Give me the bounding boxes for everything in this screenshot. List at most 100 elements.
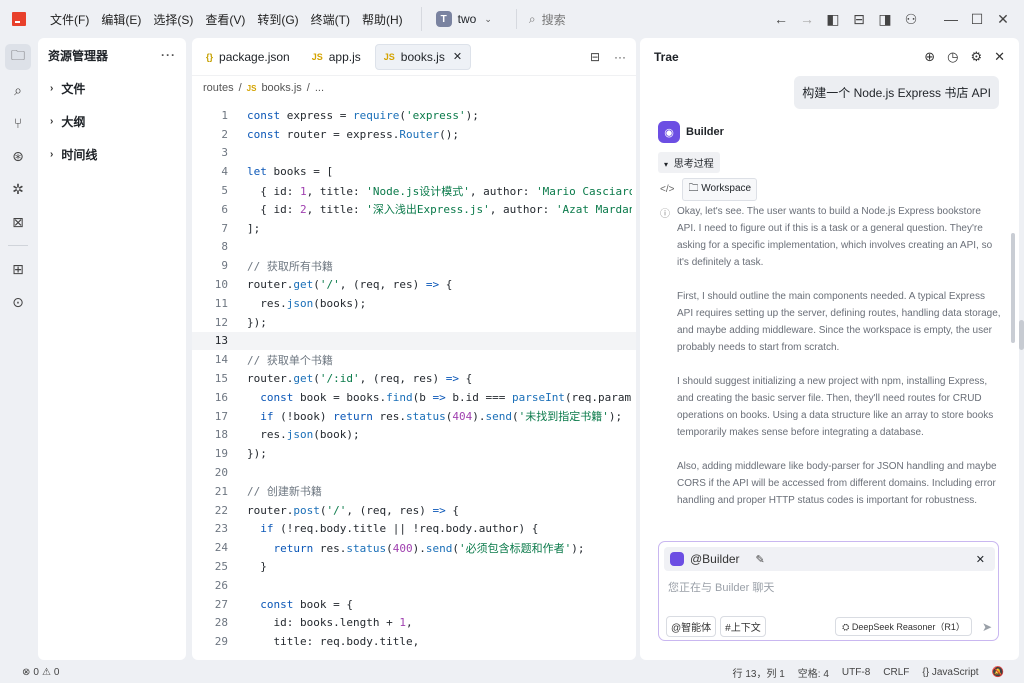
menu-file[interactable]: 文件(F)	[44, 11, 95, 28]
settings-gear-icon[interactable]: ⚙	[970, 49, 982, 65]
close-window-icon[interactable]: ✕	[990, 11, 1016, 28]
history-icon[interactable]: ◷	[947, 49, 958, 65]
js-file-icon: JS	[383, 51, 395, 62]
code-line[interactable]: 16 const book = books.find(b => b.id ===…	[192, 388, 636, 407]
cursor-position[interactable]: 行 13，列 1	[733, 665, 785, 680]
menu-go[interactable]: 转到(G)	[251, 11, 304, 28]
source-control-icon[interactable]: ⑂	[5, 110, 31, 136]
code-editor[interactable]: 1 const express = require('express'); 2 con…	[192, 106, 636, 651]
code-line[interactable]: 11 res.json(books);	[192, 294, 636, 313]
language-label: JavaScript	[931, 667, 979, 678]
encoding[interactable]: UTF-8	[842, 667, 870, 678]
new-chat-icon[interactable]: ⊕	[924, 49, 935, 65]
ai-assistant-icon[interactable]: ⊙	[5, 289, 31, 315]
code-line[interactable]: 19});	[192, 444, 636, 463]
code-line[interactable]: 1 const express = require('express');	[192, 106, 636, 125]
section-label: 大纲	[61, 115, 86, 129]
toggle-panel-icon[interactable]: ⊟	[846, 11, 872, 28]
code-line[interactable]: 23 if (!req.body.title || !req.body.auth…	[192, 520, 636, 539]
model-selector[interactable]: ⛭ DeepSeek Reasoner（R1）	[835, 617, 972, 636]
section-timeline[interactable]: › 时间线	[38, 138, 186, 171]
js-file-icon: JS	[246, 83, 257, 93]
menu-selection[interactable]: 选择(S)	[147, 11, 199, 28]
code-line[interactable]: 3	[192, 144, 636, 163]
menu-edit[interactable]: 编辑(E)	[95, 11, 147, 28]
code-line[interactable]: 25 }	[192, 557, 636, 576]
remote-explorer-icon[interactable]: ⊠	[5, 209, 31, 235]
forward-arrow-icon[interactable]: →	[794, 11, 820, 27]
code-line[interactable]: 10 router.get('/', (req, res) => {	[192, 275, 636, 294]
code-line[interactable]: 21 // 创建新书籍	[192, 482, 636, 501]
notifications-bell-icon[interactable]: 🔕	[992, 667, 1004, 678]
menu-view[interactable]: 查看(V)	[199, 11, 251, 28]
code-line[interactable]: 24 return res.status(400).send('必须包含标题和作…	[192, 538, 636, 557]
back-arrow-icon[interactable]: ←	[768, 11, 794, 27]
section-label: 时间线	[61, 148, 98, 162]
chat-scrollbar[interactable]	[1011, 233, 1015, 343]
breadcrumb-more[interactable]: ...	[315, 82, 324, 94]
code-line[interactable]: 15 router.get('/:id', (req, res) => {	[192, 369, 636, 388]
explorer-icon[interactable]: 🗀	[5, 44, 31, 70]
code-line[interactable]: 6 { id: 2, title: '深入浅出Express.js', auth…	[192, 200, 636, 219]
account-icon[interactable]: ⚇	[898, 11, 924, 28]
split-editor-icon[interactable]: ⊟	[590, 50, 600, 64]
project-switcher[interactable]: T two ⌄	[420, 7, 498, 31]
send-icon[interactable]: ➤	[982, 620, 992, 634]
code-line[interactable]: 27 const book = {	[192, 595, 636, 614]
debug-bug-icon[interactable]: ✲	[5, 176, 31, 202]
menu-help[interactable]: 帮助(H)	[356, 11, 409, 28]
workspace-chip[interactable]: 🗀 Workspace	[682, 178, 758, 201]
code-line[interactable]: 5 { id: 1, title: 'Node.js设计模式', author:…	[192, 181, 636, 200]
agent-pill-button[interactable]: @智能体	[666, 616, 717, 637]
line-number: 24	[214, 541, 228, 555]
more-actions-icon[interactable]: ···	[161, 48, 176, 62]
breadcrumb-folder[interactable]: routes	[203, 82, 234, 94]
chat-input[interactable]: 您正在与 Builder 聊天	[668, 579, 774, 595]
run-debug-icon[interactable]: ⊛	[5, 143, 31, 169]
minimize-icon[interactable]: —	[938, 11, 964, 27]
more-actions-icon[interactable]: ···	[614, 50, 626, 64]
problems-indicator[interactable]: ⊗ 0 ⚠ 0	[22, 667, 59, 678]
tab-package-json[interactable]: {} package.json	[198, 44, 298, 70]
extensions-icon[interactable]: ⊞	[5, 256, 31, 282]
tab-app-js[interactable]: JS app.js	[304, 44, 369, 70]
code-line[interactable]: 12});	[192, 313, 636, 332]
indentation[interactable]: 空格: 4	[798, 665, 829, 680]
code-line[interactable]: 26	[192, 576, 636, 595]
close-icon[interactable]: ✕	[994, 49, 1005, 65]
tab-books-js[interactable]: JS books.js ✕	[374, 43, 472, 70]
context-pill-button[interactable]: #上下文	[720, 616, 766, 637]
code-line[interactable]: 28 id: books.length + 1,	[192, 614, 636, 633]
code-line[interactable]: 17 if (!book) return res.status(404).sen…	[192, 407, 636, 426]
tool-icon[interactable]: ✎	[756, 553, 765, 566]
thinking-toggle[interactable]: ▾ 思考过程	[658, 152, 720, 173]
code-line[interactable]: 18 res.json(book);	[192, 426, 636, 445]
line-number: 14	[214, 353, 228, 367]
code-line[interactable]: 8	[192, 238, 636, 257]
code-line[interactable]: 13	[192, 331, 636, 351]
line-ending[interactable]: CRLF	[883, 667, 909, 678]
toggle-secondary-sidebar-icon[interactable]: ◨	[872, 11, 898, 28]
toggle-sidebar-icon[interactable]: ◧	[820, 11, 846, 28]
activity-bar: 🗀 ⌕ ⑂ ⊛ ✲ ⊠ ⊞ ⊙	[0, 38, 36, 660]
code-line[interactable]: 22 router.post('/', (req, res) => {	[192, 501, 636, 520]
maximize-icon[interactable]: ☐	[964, 11, 990, 28]
code-line[interactable]: 7];	[192, 219, 636, 238]
code-line[interactable]: 9 // 获取所有书籍	[192, 256, 636, 275]
breadcrumb-file[interactable]: books.js	[261, 82, 301, 94]
language-mode[interactable]: {} JavaScript	[922, 667, 978, 678]
tab-label: package.json	[219, 49, 290, 64]
line-number: 13	[214, 334, 228, 348]
code-line[interactable]: 4 let books = [	[192, 162, 636, 181]
menu-terminal[interactable]: 终端(T)	[305, 11, 356, 28]
section-outline[interactable]: › 大纲	[38, 105, 186, 138]
close-icon[interactable]: ✕	[976, 553, 985, 566]
section-files[interactable]: › 文件	[38, 72, 186, 105]
code-line[interactable]: 29 title: req.body.title,	[192, 632, 636, 651]
code-line[interactable]: 20	[192, 463, 636, 482]
code-line[interactable]: 2 const router = express.Router();	[192, 125, 636, 144]
command-search[interactable]: ⌕ 搜索	[515, 9, 566, 29]
code-line[interactable]: 14 // 获取单个书籍	[192, 350, 636, 369]
search-icon[interactable]: ⌕	[5, 77, 31, 103]
close-tab-icon[interactable]: ✕	[453, 50, 462, 63]
